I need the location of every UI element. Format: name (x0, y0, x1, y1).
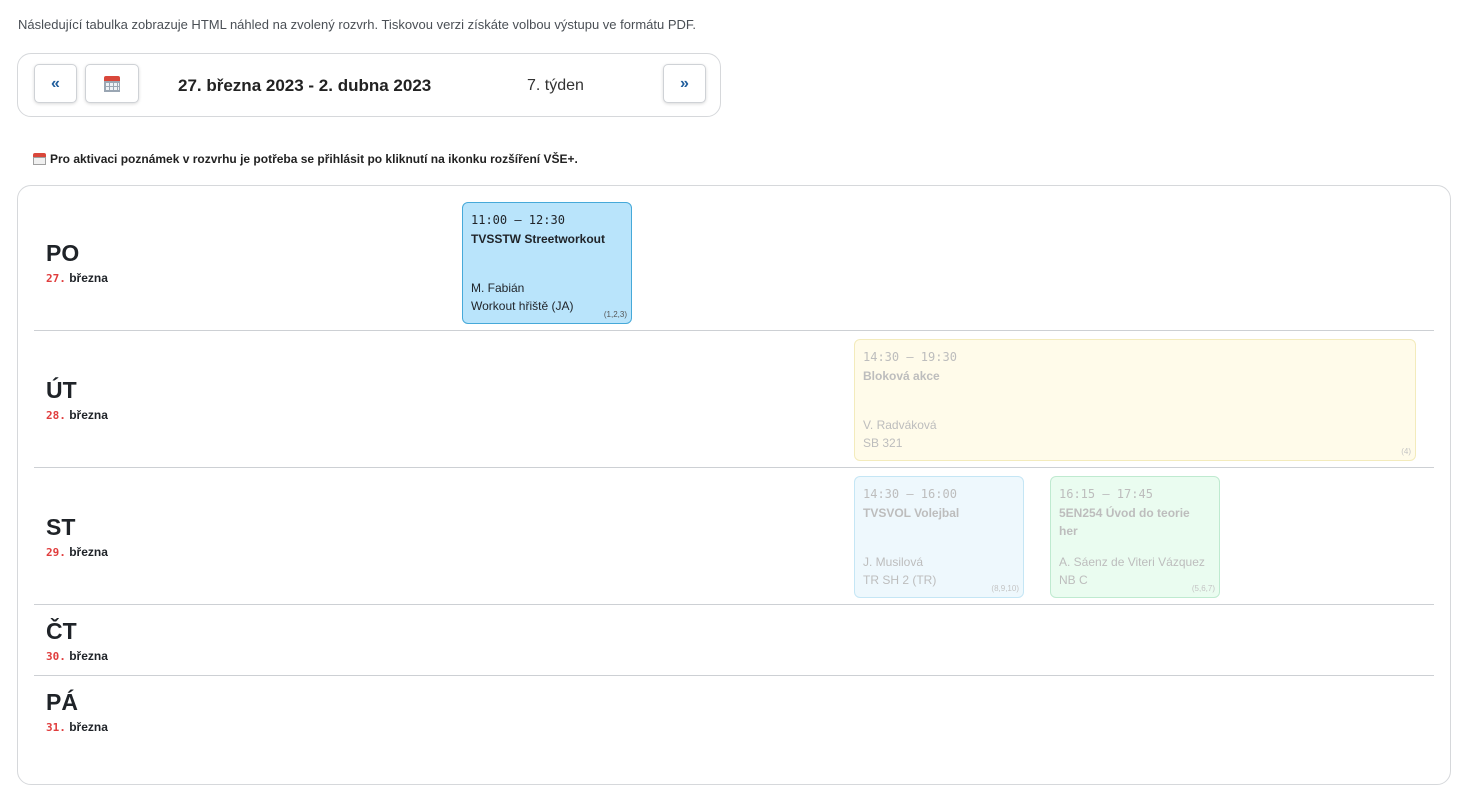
previous-week-button[interactable]: « (34, 64, 77, 103)
day-thursday: ČT 30. března (46, 618, 108, 663)
day-tuesday: ÚT 28. března (46, 377, 108, 422)
event-title: Bloková akce (863, 369, 940, 383)
row-divider (34, 330, 1434, 331)
date-range: 27. března 2023 - 2. dubna 2023 (178, 76, 432, 95)
timetable-event[interactable]: 16:15 – 17:45 5EN254 Úvod do teorie her … (1050, 476, 1220, 598)
day-date: 29. března (46, 545, 108, 559)
intro-text: Následující tabulka zobrazuje HTML náhle… (18, 17, 696, 32)
day-abbr: ÚT (46, 377, 77, 403)
event-weeks: (4) (1401, 447, 1411, 456)
day-abbr: ST (46, 514, 76, 540)
timetable-event[interactable]: 14:30 – 16:00 TVSVOL Volejbal J. Musilov… (854, 476, 1024, 598)
event-teacher: V. Radváková (863, 418, 937, 432)
day-date: 31. března (46, 720, 108, 734)
timetable-event[interactable]: 14:30 – 19:30 Bloková akce V. Radváková … (854, 339, 1416, 461)
day-wednesday: ST 29. března (46, 514, 108, 559)
event-room: NB C (1059, 573, 1088, 587)
event-room: TR SH 2 (TR) (863, 573, 937, 587)
day-abbr: PO (46, 240, 80, 266)
calendar-icon (104, 75, 120, 92)
week-navigation: « 27. března 2023 - 2. dubna 2023 7. týd… (17, 53, 721, 117)
day-date: 30. března (46, 649, 108, 663)
event-room: Workout hřiště (JA) (471, 299, 574, 313)
event-weeks: (5,6,7) (1191, 584, 1215, 593)
day-abbr: PÁ (46, 689, 78, 715)
next-week-button[interactable]: » (663, 64, 706, 103)
day-date: 28. března (46, 408, 108, 422)
event-title: TVSSTW Streetworkout (471, 232, 606, 246)
notes-notice-text: Pro aktivaci poznámek v rozvrhu je potře… (50, 152, 578, 166)
event-time: 14:30 – 19:30 (863, 350, 957, 364)
event-weeks: (1,2,3) (603, 310, 627, 319)
row-divider (34, 467, 1434, 468)
event-title: TVSVOL Volejbal (863, 506, 960, 520)
week-number: 7. týden (527, 77, 584, 94)
event-teacher: M. Fabián (471, 281, 525, 295)
day-monday: PO 27. března (46, 240, 108, 285)
row-divider (34, 675, 1434, 676)
event-teacher: A. Sáenz de Viteri Vázquez (1059, 555, 1205, 569)
event-time: 14:30 – 16:00 (863, 487, 957, 501)
event-time: 16:15 – 17:45 (1059, 487, 1153, 501)
day-date: 27. března (46, 271, 108, 285)
timetable-event[interactable]: 11:00 – 12:30 TVSSTW Streetworkout M. Fa… (462, 202, 632, 324)
event-time: 11:00 – 12:30 (471, 213, 565, 227)
event-room: SB 321 (863, 436, 903, 450)
event-title: 5EN254 Úvod do teorie her (1059, 506, 1190, 538)
day-friday: PÁ 31. března (46, 689, 108, 734)
event-teacher: J. Musilová (863, 555, 924, 569)
calendar-button[interactable] (85, 64, 139, 103)
row-divider (34, 604, 1434, 605)
notes-notice: Pro aktivaci poznámek v rozvrhu je potře… (33, 152, 578, 166)
calendar-icon (33, 153, 46, 165)
timetable-panel (17, 185, 1451, 785)
day-abbr: ČT (46, 618, 77, 644)
event-weeks: (8,9,10) (991, 584, 1019, 593)
